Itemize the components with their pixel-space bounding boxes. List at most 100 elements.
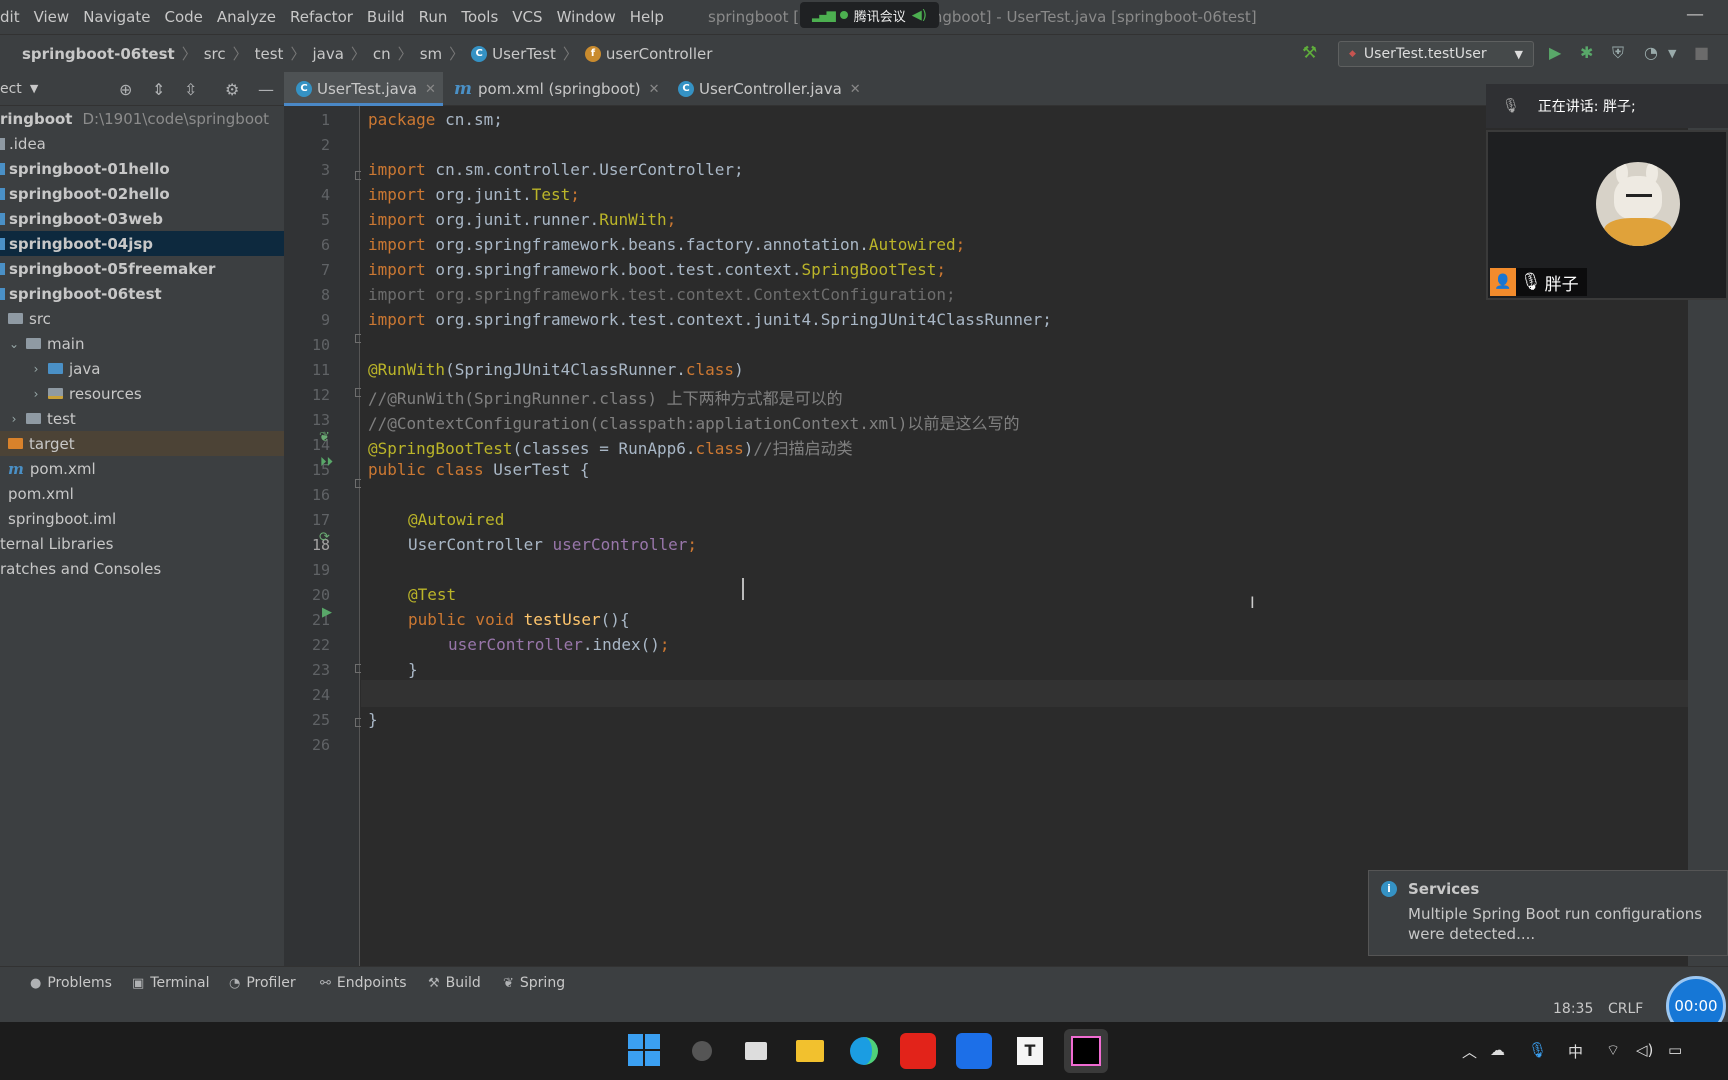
meeting-indicator[interactable]: ▂▄▆ 腾讯会议 ◀)	[800, 2, 939, 28]
tree-item-module[interactable]: springboot-02hello	[0, 181, 284, 206]
tree-item-module[interactable]: springboot-01hello	[0, 156, 284, 181]
tree-item-root[interactable]: ringboot D:\1901\code\springboot	[0, 106, 284, 131]
menu-analyze[interactable]: Analyze	[210, 8, 283, 26]
meeting-video-tile[interactable]: 👤 🎙 胖子	[1486, 130, 1728, 300]
line-number-gutter[interactable]: 1 2 3 4 5 6 7 8 9 10 11 12 13 14 15 16 1…	[284, 106, 360, 966]
tree-item-external-libraries[interactable]: ternal Libraries	[0, 531, 284, 556]
status-dot-icon	[839, 11, 848, 19]
close-icon[interactable]: ✕	[425, 82, 436, 97]
tool-problems[interactable]: ● Problems	[30, 975, 112, 991]
breadcrumb-field[interactable]: userController	[606, 45, 713, 63]
search-icon[interactable]	[684, 1033, 720, 1069]
stop-icon[interactable]: ■	[1694, 43, 1709, 62]
run-configuration-select[interactable]: ◆ UserTest.testUser ▼	[1338, 41, 1534, 67]
chevron-down-icon[interactable]: ⌄	[8, 337, 20, 351]
caret-position[interactable]: 18:35	[1553, 1001, 1593, 1017]
tree-item-module-selected[interactable]: springboot-04jsp	[0, 231, 284, 256]
volume-icon[interactable]: ◁)	[1636, 1041, 1653, 1059]
minimize-icon[interactable]: —	[1686, 4, 1704, 25]
close-icon[interactable]: ✕	[649, 82, 660, 97]
tree-item-scratches[interactable]: ratches and Consoles	[0, 556, 284, 581]
chevron-down-icon[interactable]: ▼	[30, 82, 38, 95]
coverage-icon[interactable]: ⛨	[1612, 43, 1624, 63]
more-run-icon[interactable]: ▼	[1668, 47, 1676, 60]
breadcrumb-java[interactable]: java	[312, 45, 343, 63]
chevron-up-icon[interactable]: ︿	[1462, 1041, 1477, 1062]
breadcrumb-sm[interactable]: sm	[420, 45, 442, 63]
tool-build[interactable]: ⚒ Build	[428, 975, 481, 991]
tree-item-src[interactable]: src	[0, 306, 284, 331]
tree-item-pom[interactable]: m pom.xml	[0, 456, 284, 481]
tab-pom[interactable]: m pom.xml (springboot) ✕	[454, 72, 660, 106]
netease-music-icon[interactable]	[900, 1033, 936, 1069]
debug-icon[interactable]: ✱	[1580, 43, 1593, 62]
tree-item-module[interactable]: springboot-03web	[0, 206, 284, 231]
input-method-indicator[interactable]: 中	[1568, 1041, 1583, 1062]
gear-icon[interactable]: ⚙	[225, 80, 239, 99]
run-test-method-icon[interactable]: ▶	[322, 605, 332, 620]
notification-body[interactable]: Multiple Spring Boot run configurations …	[1408, 904, 1708, 944]
close-icon[interactable]: ✕	[850, 82, 861, 97]
file-explorer-icon[interactable]	[792, 1033, 828, 1069]
tree-item-iml[interactable]: springboot.iml	[0, 506, 284, 531]
tool-endpoints[interactable]: ⚯ Endpoints	[320, 975, 407, 991]
feishu-icon[interactable]	[956, 1033, 992, 1069]
menu-tools[interactable]: Tools	[454, 8, 505, 26]
run-icon[interactable]: ▶	[1549, 43, 1561, 62]
task-view-icon[interactable]	[738, 1033, 774, 1069]
line-separator[interactable]: CRLF	[1608, 1001, 1643, 1017]
tool-spring[interactable]: ❦ Spring	[503, 975, 565, 991]
project-panel-title[interactable]: ect	[0, 81, 22, 97]
tab-usertest[interactable]: C UserTest.java ✕	[284, 72, 443, 106]
breadcrumb-module[interactable]: springboot-06test	[22, 45, 175, 63]
menu-window[interactable]: Window	[550, 8, 623, 26]
run-test-class-icon[interactable]: ⏵⏵	[320, 455, 333, 470]
services-notification[interactable]: i Services Multiple Spring Boot run conf…	[1368, 870, 1728, 956]
menu-code[interactable]: Code	[157, 8, 209, 26]
tree-item-target[interactable]: target	[0, 431, 284, 456]
menu-edit[interactable]: dit	[0, 8, 27, 26]
chevron-right-icon[interactable]: ›	[30, 387, 42, 401]
locate-icon[interactable]: ⊕	[119, 80, 132, 99]
tree-item-pom[interactable]: pom.xml	[0, 481, 284, 506]
collapse-all-icon[interactable]: ⇳	[184, 80, 197, 99]
expand-all-icon[interactable]: ⇕	[152, 80, 165, 99]
tree-item-main[interactable]: ⌄ main	[0, 331, 284, 356]
hide-panel-icon[interactable]: —	[258, 80, 274, 99]
build-hammer-icon[interactable]: ⚒	[1302, 43, 1317, 63]
tool-profiler[interactable]: ◔ Profiler	[229, 975, 296, 991]
tree-item-test[interactable]: › test	[0, 406, 284, 431]
wifi-icon[interactable]: ⌔	[1606, 1041, 1620, 1060]
autowired-bean-icon[interactable]: ⟳	[319, 530, 330, 545]
breadcrumb-cn[interactable]: cn	[373, 45, 391, 63]
tree-item-label: springboot-03web	[9, 209, 164, 228]
tool-terminal[interactable]: ▣ Terminal	[132, 975, 209, 991]
menu-help[interactable]: Help	[623, 8, 671, 26]
chevron-right-icon[interactable]: ›	[8, 412, 20, 426]
microphone-icon[interactable]: 🎙	[1528, 1041, 1547, 1059]
tree-item-module[interactable]: springboot-06test	[0, 281, 284, 306]
spring-bean-icon[interactable]: ❦	[319, 430, 330, 445]
menu-vcs[interactable]: VCS	[505, 8, 549, 26]
menu-refactor[interactable]: Refactor	[283, 8, 360, 26]
tree-item-java[interactable]: › java	[0, 356, 284, 381]
breadcrumb-class[interactable]: UserTest	[492, 45, 556, 63]
tree-item-idea[interactable]: .idea	[0, 131, 284, 156]
tree-item-resources[interactable]: › resources	[0, 381, 284, 406]
menu-navigate[interactable]: Navigate	[76, 8, 157, 26]
cloud-icon[interactable]: ☁	[1490, 1041, 1505, 1059]
intellij-idea-icon[interactable]	[1064, 1029, 1108, 1073]
typora-icon[interactable]: T	[1012, 1033, 1048, 1069]
menu-view[interactable]: View	[27, 8, 77, 26]
tree-item-module[interactable]: springboot-05freemaker	[0, 256, 284, 281]
chevron-right-icon[interactable]: ›	[30, 362, 42, 376]
breadcrumb-test[interactable]: test	[255, 45, 284, 63]
tab-usercontroller[interactable]: C UserController.java ✕	[678, 72, 861, 106]
profile-icon[interactable]: ◔	[1644, 43, 1658, 62]
menu-run[interactable]: Run	[412, 8, 455, 26]
breadcrumb-src[interactable]: src	[204, 45, 226, 63]
battery-icon[interactable]: ▭	[1668, 1041, 1682, 1059]
menu-build[interactable]: Build	[360, 8, 412, 26]
windows-start-icon[interactable]	[628, 1034, 660, 1066]
edge-browser-icon[interactable]	[846, 1033, 882, 1069]
